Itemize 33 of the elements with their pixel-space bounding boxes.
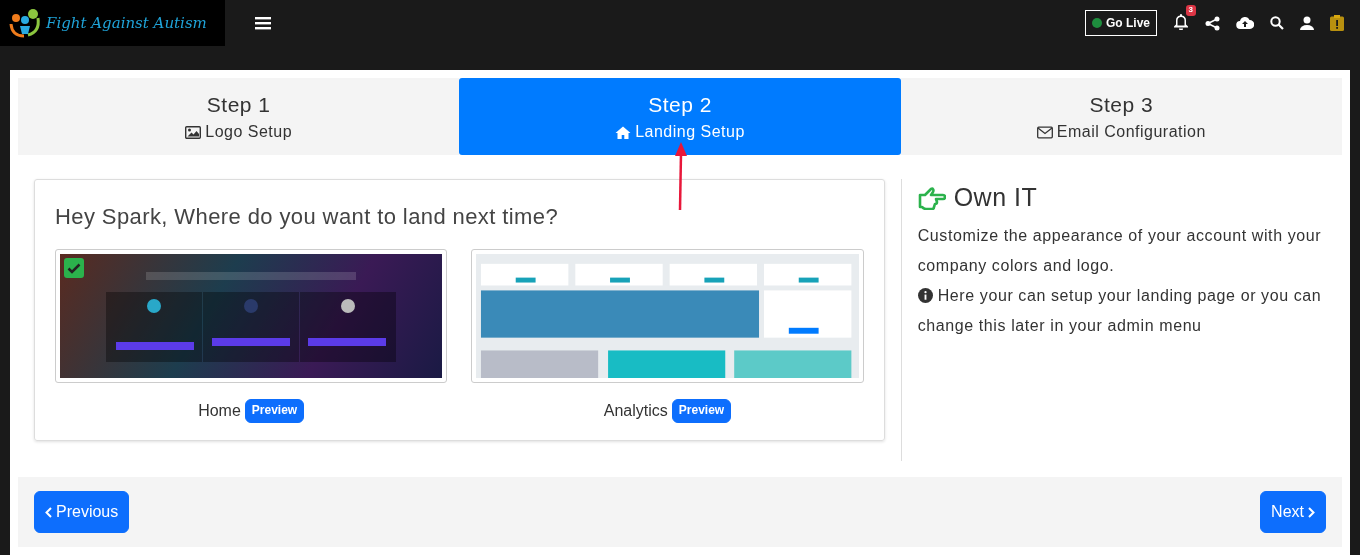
next-button[interactable]: Next <box>1260 491 1326 533</box>
pointing-hand-icon <box>917 185 946 210</box>
menu-icon[interactable] <box>255 16 271 30</box>
envelope-icon <box>1036 124 1053 140</box>
clipboard-icon[interactable] <box>1330 15 1344 31</box>
step-tab[interactable]: Step 2 Landing Setup <box>459 78 901 155</box>
bell-icon[interactable] <box>1173 13 1189 30</box>
cloud-upload-icon[interactable] <box>1236 16 1254 30</box>
share-icon[interactable] <box>1205 15 1220 31</box>
info-text: Here your can setup your landing page or you can change this later in your admin menu <box>917 285 1323 336</box>
info-text: Customize the appearance of your account with your company colors and logo. <box>917 225 1323 276</box>
chevron-left-icon <box>45 506 52 518</box>
home-icon <box>615 124 632 140</box>
option-name: Home <box>198 401 241 421</box>
annotation-arrow <box>674 141 688 211</box>
option-name: Analytics <box>603 401 668 421</box>
image-icon <box>185 124 202 140</box>
chevron-right-icon <box>1308 506 1315 518</box>
preview-button[interactable]: Preview <box>671 399 732 423</box>
notification-count: 3 <box>1185 5 1196 16</box>
search-icon[interactable] <box>1270 16 1284 30</box>
info-title: Own IT <box>953 182 1038 213</box>
step-tab[interactable]: Step 3 Email Configuration <box>900 78 1342 155</box>
preview-button[interactable]: Preview <box>244 399 305 423</box>
info-icon <box>917 287 933 303</box>
previous-button[interactable]: Previous <box>34 491 130 533</box>
people-logo-icon <box>8 8 42 38</box>
status-dot-icon <box>1092 18 1102 28</box>
card-heading: Hey Spark, Where do you want to land next time? <box>55 203 560 231</box>
user-icon[interactable] <box>1300 16 1314 30</box>
brand-name: Fight Against Autism <box>46 12 207 34</box>
go-live-button[interactable]: Go Live <box>1085 10 1157 36</box>
step-tab[interactable]: Step 1 Logo Setup <box>18 78 460 155</box>
